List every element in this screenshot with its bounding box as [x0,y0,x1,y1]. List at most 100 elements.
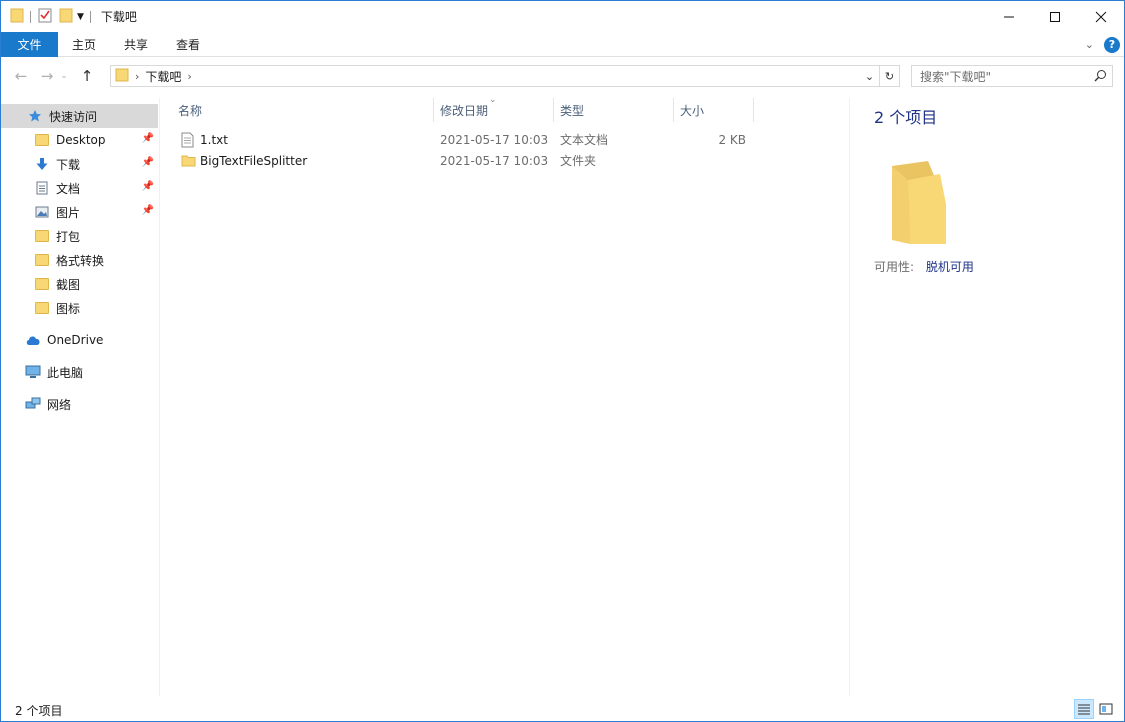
breadcrumb-item[interactable]: 下载吧 [145,68,181,85]
nav-item-downloads[interactable]: 下载 📌 [1,152,158,176]
file-name: 1.txt [200,132,228,147]
nav-label: 图标 [56,301,81,316]
availability-row: 可用性: 脱机可用 [874,258,974,275]
address-row: ← → ⌄ ↑ › 下载吧 › ⌄ ↻ 搜索"下载吧" [1,58,1124,94]
up-arrow-icon: ↑ [80,67,94,85]
chevron-right-icon[interactable]: › [135,70,139,83]
nav-label: OneDrive [47,333,104,347]
cloud-icon [25,332,41,348]
file-size [680,150,746,171]
window-title: 下载吧 [100,10,137,24]
folder-icon [34,132,50,148]
document-icon [34,180,50,196]
nav-item-screenshots[interactable]: 截图 [1,272,158,296]
chevron-down-icon: ⌄ [60,71,68,81]
column-label: 修改日期 [440,103,489,118]
nav-label: 图片 [56,205,81,220]
maximize-button[interactable] [1032,1,1078,32]
large-icons-view-icon [1099,703,1113,715]
minimize-button[interactable] [986,1,1032,32]
details-view-icon [1078,704,1090,715]
back-arrow-icon: ← [14,67,28,85]
file-size: 2 KB [718,132,746,147]
folder-icon [34,300,50,316]
download-icon [34,156,50,172]
file-modified: 2021-05-17 10:03 [440,132,549,147]
file-modified: 2021-05-17 10:03 [440,153,549,168]
pin-icon[interactable]: 📌 [142,181,154,192]
address-dropdown-button[interactable]: ⌄ [859,66,879,86]
nav-label: 此电脑 [47,365,84,380]
details-title: 2 个项目 [874,108,938,127]
forward-arrow-icon: → [40,67,54,85]
table-row[interactable]: 1.txt 2021-05-17 10:03 文本文档 2 KB [177,129,757,150]
customize-toolbar-icon[interactable]: ▼ [77,12,84,22]
column-label: 大小 [680,103,705,118]
nav-label: 下载 [56,157,81,172]
nav-network[interactable]: 网络 [1,392,158,416]
chevron-down-icon: ⌄ [864,69,875,83]
nav-item-pictures[interactable]: 图片 📌 [1,200,158,224]
file-list: 名称 修改日期 ⌄ 类型 大小 1.txt 2021-05-17 10:03 文… [161,95,849,696]
explorer-window: ▼ 下载吧 文件 主页 共享 查看 ⌄ ? ← → ⌄ ↑ › 下载吧 › ⌄ … [0,0,1125,722]
ribbon-tabs: 文件 主页 共享 查看 ⌄ ? [1,31,1124,57]
nav-label: Desktop [56,133,106,147]
column-label: 名称 [178,103,203,118]
column-header-name[interactable]: 名称 [172,98,434,122]
star-icon [27,108,43,124]
properties-icon[interactable] [37,7,53,26]
large-icons-view-button[interactable] [1096,699,1116,719]
help-icon[interactable]: ? [1104,36,1120,53]
back-button[interactable]: ← [10,65,32,87]
folder-icon [34,276,50,292]
tab-file[interactable]: 文件 [1,31,58,57]
file-type: 文件夹 [560,154,597,168]
address-bar[interactable]: › 下载吧 › ⌄ ↻ [110,65,900,87]
nav-item-icons[interactable]: 图标 [1,296,158,320]
pin-icon[interactable]: 📌 [142,157,154,168]
nav-item-documents[interactable]: 文档 📌 [1,176,158,200]
nav-item-desktop[interactable]: Desktop 📌 [1,128,158,152]
refresh-button[interactable]: ↻ [879,66,899,86]
folder-icon [34,228,50,244]
forward-button[interactable]: → [36,65,58,87]
close-button[interactable] [1078,1,1124,32]
chevron-right-icon[interactable]: › [187,70,191,83]
navigation-pane: 快速访问 Desktop 📌 下载 📌 文档 📌 图片 📌 打包 格式转换 截图… [1,98,160,696]
file-type: 文本文档 [560,133,609,147]
tab-view[interactable]: 查看 [162,32,214,57]
pin-icon[interactable]: 📌 [142,205,154,216]
nav-quick-access[interactable]: 快速访问 [1,104,158,128]
expand-ribbon-icon[interactable]: ⌄ [1085,38,1094,51]
close-icon [1095,11,1107,22]
title-bar: ▼ 下载吧 [1,1,1124,32]
nav-this-pc[interactable]: 此电脑 [1,360,158,384]
pictures-icon [34,204,50,220]
nav-item-dabao[interactable]: 打包 [1,224,158,248]
pin-icon[interactable]: 📌 [142,133,154,144]
search-input[interactable]: 搜索"下载吧" [911,65,1113,87]
nav-item-format-convert[interactable]: 格式转换 [1,248,158,272]
file-name: BigTextFileSplitter [200,153,308,168]
recent-locations-button[interactable]: ⌄ [58,65,70,87]
text-file-icon [181,129,194,150]
new-folder-icon[interactable] [59,7,73,26]
up-button[interactable]: ↑ [76,65,98,87]
tab-share[interactable]: 共享 [110,32,162,57]
column-header-size[interactable]: 大小 [674,98,754,122]
column-header-type[interactable]: 类型 [554,98,674,122]
nav-onedrive[interactable]: OneDrive [1,328,158,352]
separator [89,10,91,23]
folder-icon [181,150,196,171]
folder-icon [10,7,24,26]
refresh-icon: ↻ [884,69,895,83]
status-bar: 2 个项目 [1,698,1124,722]
table-row[interactable]: BigTextFileSplitter 2021-05-17 10:03 文件夹 [177,150,757,171]
details-view-button[interactable] [1074,699,1094,719]
large-folder-icon [888,160,948,249]
column-header-modified[interactable]: 修改日期 ⌄ [434,95,554,122]
tab-home[interactable]: 主页 [58,32,110,57]
folder-icon [115,68,129,85]
nav-label: 网络 [47,397,72,412]
nav-label: 打包 [56,229,81,244]
